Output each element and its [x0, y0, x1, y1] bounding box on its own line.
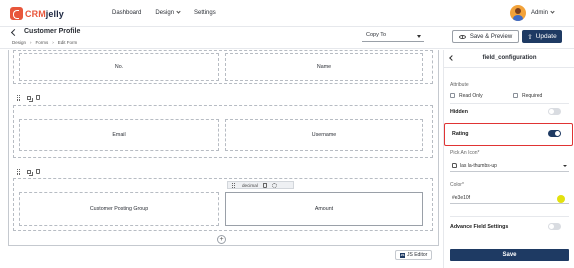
- gear-icon[interactable]: [271, 182, 277, 188]
- drag-handle-icon[interactable]: [17, 95, 22, 101]
- pick-icon-value: las la-thumbs-up: [460, 162, 497, 169]
- js-editor-button[interactable]: JS JS Editor: [395, 250, 433, 260]
- main-nav: Dashboard Design Settings: [112, 9, 216, 16]
- panel-header: field_configuration: [444, 50, 574, 68]
- logo-mark-icon: [10, 7, 23, 20]
- logo-text: CRMjelly: [25, 9, 64, 19]
- back-arrow-icon[interactable]: [10, 28, 19, 37]
- update-button[interactable]: ⇧ Update: [522, 30, 562, 43]
- save-preview-button[interactable]: Save & Preview: [452, 30, 519, 43]
- user-menu[interactable]: Admin: [531, 9, 555, 16]
- update-label: Update: [535, 33, 557, 40]
- chevron-down-icon: [550, 9, 555, 14]
- trash-icon[interactable]: [36, 95, 40, 100]
- copy-to-select[interactable]: Copy To: [362, 31, 424, 42]
- canvas-border-left: [8, 50, 9, 245]
- user-name: Admin: [531, 10, 549, 16]
- form-field-name[interactable]: Name: [225, 53, 423, 81]
- thumbs-up-icon: [452, 163, 457, 168]
- form-field-amount[interactable]: Amount: [225, 192, 423, 226]
- form-field-no[interactable]: No.: [19, 53, 219, 81]
- nav-design[interactable]: Design: [155, 9, 181, 16]
- drag-handle-icon[interactable]: [232, 182, 237, 189]
- crmjelly-logo[interactable]: CRMjelly: [10, 6, 64, 21]
- form-field-username[interactable]: Username: [225, 119, 423, 151]
- breadcrumb-separator: ›: [52, 40, 54, 45]
- field-type-label: decimal: [242, 182, 258, 188]
- page-title: Customer Profile: [24, 28, 81, 35]
- copy-to-label: Copy To: [366, 32, 387, 38]
- required-checkbox[interactable]: [513, 93, 518, 98]
- logo-text-crm: CRM: [25, 8, 46, 19]
- logo-text-jelly: jelly: [45, 8, 64, 19]
- field-configuration-panel: field_configuration Attribute Read Only …: [443, 50, 574, 268]
- drag-handle-icon[interactable]: [17, 169, 22, 175]
- pick-icon-label: Pick An Icon*: [450, 150, 480, 156]
- divider: [450, 216, 569, 217]
- form-canvas: No. Name Email Username Customer Posting…: [0, 50, 441, 268]
- row-toolbar: [17, 169, 40, 175]
- trash-icon[interactable]: [36, 169, 40, 174]
- canvas-border-bottom: [8, 245, 439, 246]
- chevron-down-icon: [176, 9, 181, 14]
- form-row-1[interactable]: No. Name: [13, 50, 433, 84]
- breadcrumb-design[interactable]: Design: [12, 40, 26, 45]
- rating-label: Rating: [452, 131, 469, 137]
- copy-icon[interactable]: [27, 95, 31, 100]
- eye-icon: [458, 34, 466, 39]
- advance-field-settings-label: Advance Field Settings: [450, 224, 509, 230]
- copy-icon[interactable]: [27, 169, 31, 174]
- color-input[interactable]: #e3e10f: [450, 192, 569, 204]
- top-navigation-bar: CRMjelly Dashboard Design Settings Admin: [0, 0, 574, 27]
- breadcrumb-separator: ›: [30, 40, 32, 45]
- dropdown-caret-icon: [563, 165, 567, 167]
- page-header: Customer Profile Design › Forms › Edit F…: [0, 27, 574, 49]
- save-preview-label: Save & Preview: [469, 33, 513, 40]
- upload-icon: ⇧: [527, 33, 533, 41]
- form-row-3[interactable]: Customer Posting Group Amount: [13, 178, 433, 231]
- nav-design-label: Design: [155, 10, 175, 16]
- color-label: Color*: [450, 182, 464, 188]
- nav-settings[interactable]: Settings: [194, 10, 216, 16]
- trash-icon[interactable]: [262, 182, 267, 188]
- row-toolbar: [17, 95, 40, 101]
- save-button[interactable]: Save: [450, 249, 569, 261]
- required-label: Required: [522, 93, 543, 99]
- divider: [450, 103, 569, 104]
- form-row-2[interactable]: Email Username: [13, 105, 433, 158]
- field-toolbar: decimal: [227, 181, 294, 189]
- breadcrumb: Design › Forms › Edit Form: [12, 40, 77, 45]
- panel-title: field_configuration: [482, 55, 537, 61]
- pick-icon-select[interactable]: las la-thumbs-up: [450, 160, 569, 172]
- color-swatch[interactable]: [557, 195, 565, 203]
- breadcrumb-forms[interactable]: Forms: [36, 40, 49, 45]
- read-only-label: Read Only: [459, 93, 483, 99]
- dropdown-caret-icon: [417, 35, 421, 38]
- breadcrumb-edit-form: Edit Form: [57, 40, 78, 45]
- read-only-checkbox[interactable]: [450, 93, 455, 98]
- add-row-button[interactable]: +: [217, 235, 226, 244]
- form-field-email[interactable]: Email: [19, 119, 219, 151]
- color-value: #e3e10f: [452, 195, 471, 201]
- advance-settings-toggle[interactable]: [548, 223, 561, 230]
- form-field-customer-posting-group[interactable]: Customer Posting Group: [19, 192, 219, 226]
- nav-dashboard[interactable]: Dashboard: [112, 10, 141, 16]
- js-icon: JS: [400, 252, 405, 258]
- avatar[interactable]: [510, 5, 526, 21]
- js-editor-label: JS Editor: [407, 252, 428, 258]
- hidden-label: Hidden: [450, 109, 468, 115]
- hidden-toggle[interactable]: [548, 108, 561, 115]
- attribute-label: Attribute: [450, 82, 469, 88]
- rating-toggle[interactable]: [548, 130, 561, 137]
- canvas-border-right: [438, 50, 439, 245]
